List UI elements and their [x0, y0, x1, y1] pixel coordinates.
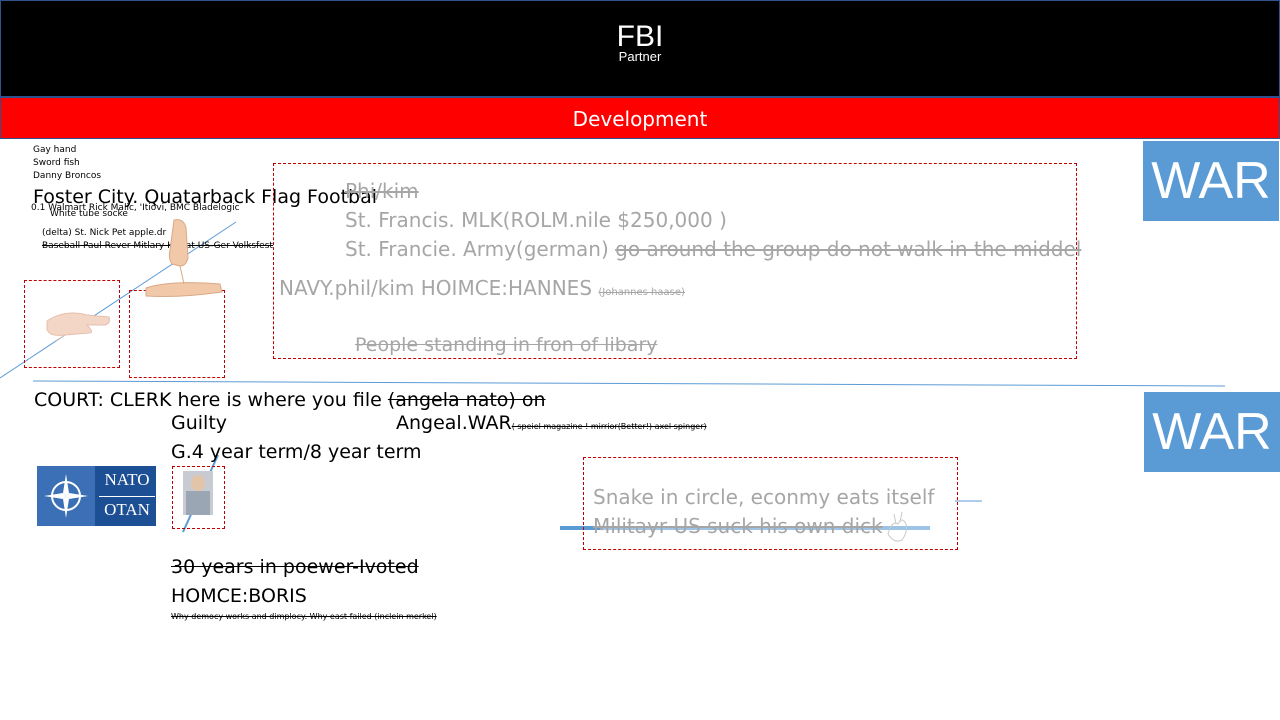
open-hand-icon [46, 312, 110, 342]
nato-divider [99, 496, 155, 497]
phi-kim-text: Phi/kim [345, 179, 419, 203]
portrait-body [186, 491, 210, 515]
court-clerk-text: COURT: CLERK here is where you file (ang… [34, 389, 546, 411]
st-francis-mlk-text: St. Francis. MLK(ROLM.nile $250,000 ) [345, 208, 727, 232]
nato-logo: NATO OTAN [37, 466, 156, 526]
pointing-hand-icon [145, 219, 223, 297]
court-main: COURT: CLERK here is where you file [34, 389, 388, 411]
portrait-face [191, 475, 205, 491]
st-francie-army-text: St. Francie. Army(german) go around the … [345, 237, 1081, 261]
navy-text: NAVY.phil/kim HOIMCE:HANNES (Johannes ha… [279, 276, 685, 300]
otan-word: OTAN [104, 500, 150, 519]
angeal-small: ( speiel magazine ! mirrior(Better!) axe… [511, 422, 707, 431]
portrait-frame [172, 466, 225, 529]
note-danny-broncos: Danny Broncos [33, 171, 102, 181]
military-text: Militayr US suck his own dick [593, 514, 883, 538]
note-sword-fish: Sword fish [33, 158, 80, 168]
people-standing-text: People standing in fron of libary [355, 334, 658, 356]
note-tube-socke: White tube socke [50, 209, 128, 219]
navy-main: NAVY.phil/kim HOIMCE:HANNES [279, 276, 593, 300]
nato-compass-icon [44, 474, 88, 518]
angeal-war-text: Angeal.WAR( speiel magazine ! mirrior(Be… [396, 412, 707, 434]
snake-text: Snake in circle, econmy eats itself [593, 485, 935, 509]
note-gay-hand: Gay hand [33, 145, 77, 155]
guilty-text: Guilty [171, 412, 228, 434]
st-francie-main: St. Francie. Army(german) [345, 237, 616, 261]
portrait-photo [183, 471, 213, 515]
hand-image-frame [24, 280, 120, 368]
navy-small: (Johannes haase) [598, 287, 685, 298]
term-text: G.4 year term/8 year term [171, 441, 422, 463]
years-power-text: 30 years in poewer-Ivoted [171, 556, 419, 578]
hand-frame-empty [129, 290, 225, 378]
democy-text: Why democy works and dimplocy. Why east … [171, 612, 437, 621]
court-strike: (angela nato) on [387, 389, 546, 411]
hand-sketch-icon [887, 511, 907, 542]
st-francie-strike: go around the group do not walk in the m… [615, 237, 1082, 261]
nato-word: NATO [104, 470, 150, 489]
homce-boris-text: HOMCE:BORIS [171, 585, 307, 607]
nato-compass-panel [37, 466, 95, 526]
angeal-main: Angeal.WAR [396, 412, 512, 434]
